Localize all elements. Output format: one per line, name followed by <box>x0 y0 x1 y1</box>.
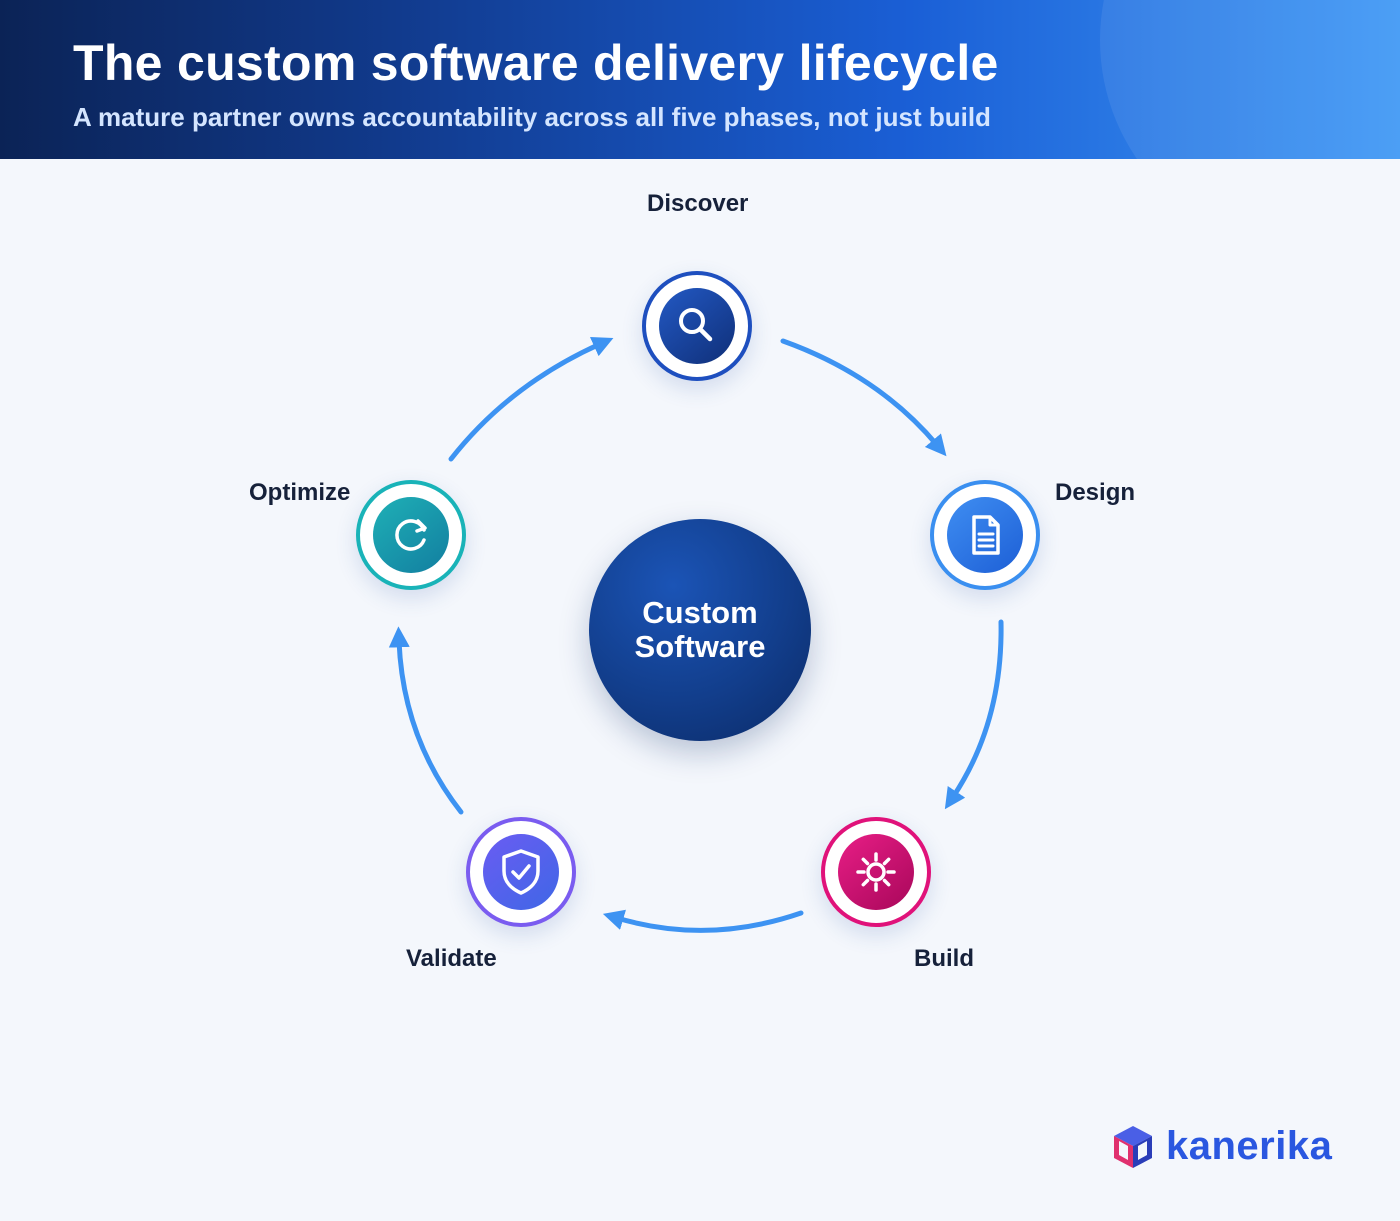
arrow-design-to-build <box>944 619 1004 810</box>
refresh-icon <box>395 519 427 551</box>
phase-node-discover <box>642 271 752 381</box>
phase-icon-validate <box>483 834 559 910</box>
phase-node-design <box>930 480 1040 590</box>
arrow-build-to-validate <box>602 909 804 933</box>
phase-label-build: Build <box>914 945 974 972</box>
arrow-discover-to-design <box>780 338 947 457</box>
kanerika-logo: kanerika <box>1108 1122 1348 1178</box>
phase-icon-design <box>947 497 1023 573</box>
arrow-validate-to-optimize <box>388 626 464 815</box>
document-icon <box>972 515 1000 555</box>
phase-icon-build <box>838 834 914 910</box>
logo-wordmark: kanerika <box>1166 1124 1333 1168</box>
phase-node-validate <box>466 817 576 927</box>
phase-label-optimize: Optimize <box>249 479 351 506</box>
phase-node-optimize <box>356 480 466 590</box>
phase-label-design: Design <box>1055 479 1136 506</box>
center-hub: Custom Software <box>589 519 811 741</box>
arrow-optimize-to-discover <box>448 337 614 462</box>
gear-icon <box>856 852 896 892</box>
shield-check-icon <box>502 849 540 895</box>
phase-icon-discover <box>659 288 735 364</box>
phase-label-validate: Validate <box>406 945 497 972</box>
center-hub-label: Custom Software <box>634 595 766 664</box>
magnifier-icon <box>679 308 713 342</box>
phase-icon-optimize <box>373 497 449 573</box>
cube-logo-icon <box>1114 1126 1152 1168</box>
phase-node-build <box>821 817 931 927</box>
phase-label-discover: Discover <box>647 190 749 217</box>
